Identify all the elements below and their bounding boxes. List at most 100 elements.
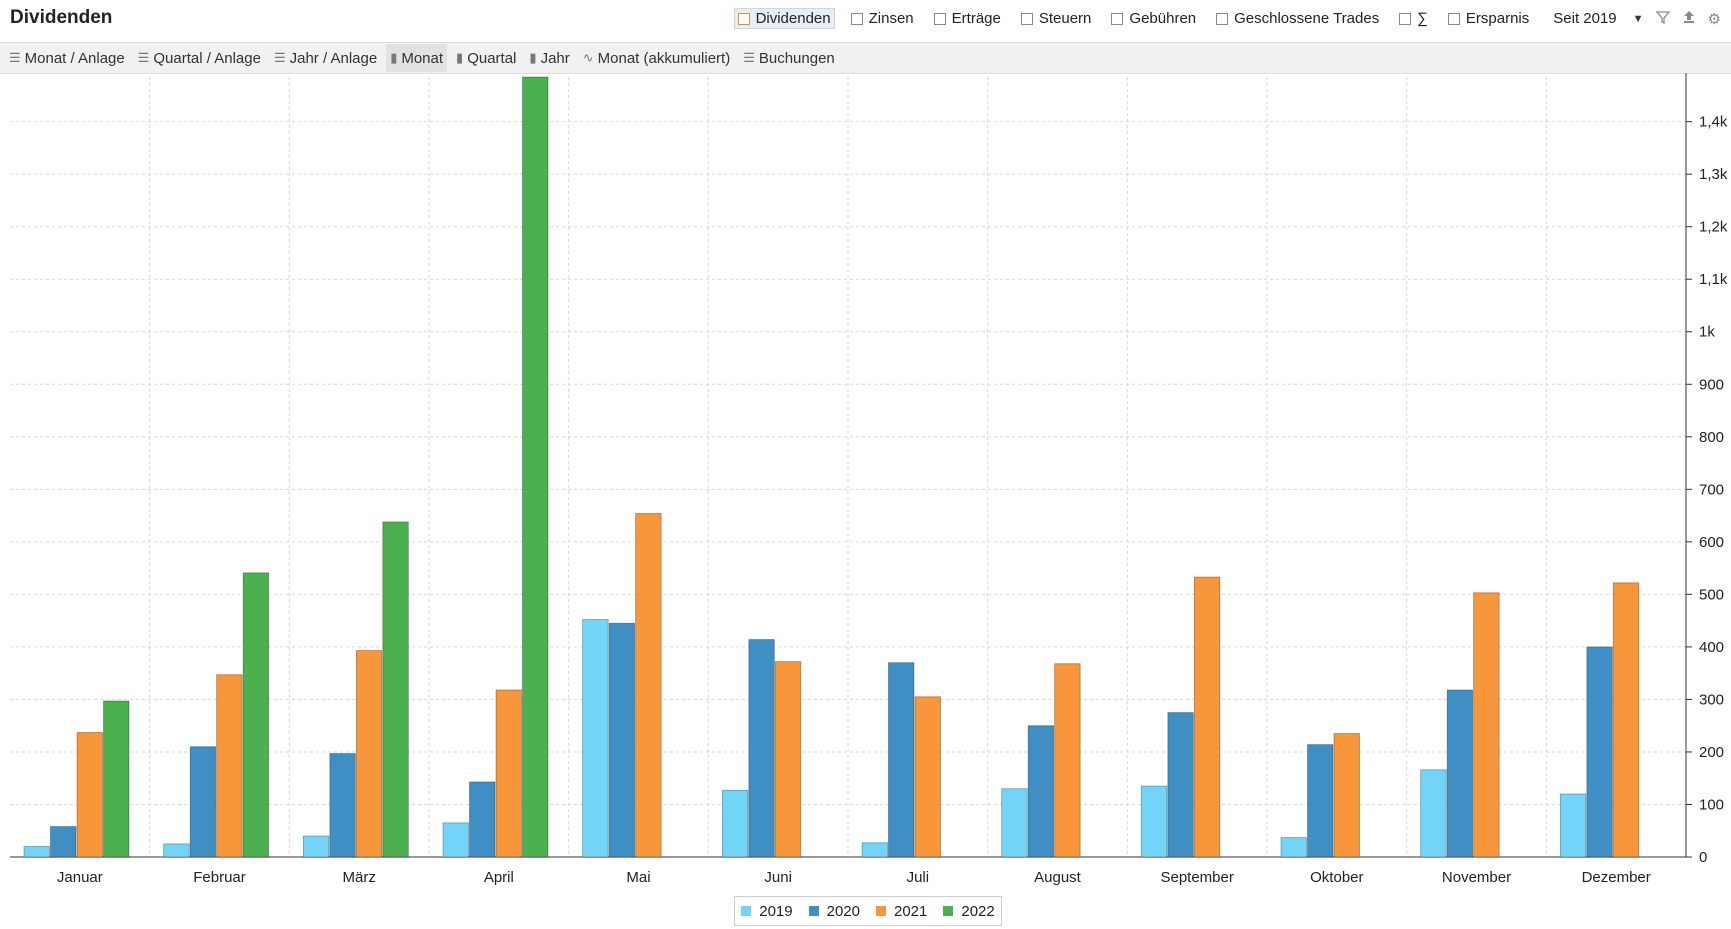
bar-2021-April	[495, 689, 522, 858]
bar-2022-April	[522, 76, 549, 858]
filter-gebuehren[interactable]: Gebühren	[1107, 8, 1200, 29]
filter-summe[interactable]: ∑	[1395, 8, 1432, 29]
legend-swatch	[876, 906, 886, 916]
bar-2020-März	[329, 753, 356, 858]
bar-2021-März	[355, 650, 383, 858]
filter-ertraege[interactable]: Erträge	[930, 8, 1005, 29]
checkbox-icon	[850, 12, 863, 25]
bar-2020-April	[469, 781, 496, 858]
bar-2019-November	[1420, 769, 1447, 858]
checkbox-icon	[1111, 12, 1124, 25]
bar-2021-Januar	[76, 732, 103, 858]
checkbox-icon	[1399, 12, 1412, 25]
bar-2019-April	[442, 822, 469, 858]
tab-monat-anlage[interactable]: ☰ Monat / Anlage	[5, 44, 129, 72]
tab-buchungen[interactable]: ☰ Buchungen	[739, 44, 839, 72]
checkbox-icon	[1020, 12, 1033, 25]
bar-2021-August	[1054, 663, 1081, 858]
bar-2022-März	[382, 521, 409, 858]
y-tick-label: 500	[1699, 586, 1724, 603]
bar-2019-Dezember	[1559, 793, 1587, 858]
bar-2019-August	[1001, 788, 1028, 858]
legend-item-2021[interactable]: 2021	[876, 903, 927, 920]
y-tick-label: 1k	[1699, 324, 1715, 341]
bar-2020-Februar	[189, 746, 217, 858]
list-icon: ☰	[273, 50, 286, 65]
x-tick-label: Juli	[907, 869, 930, 886]
tab-jahr[interactable]: ▮ Jahr	[525, 44, 573, 72]
bar-2019-September	[1140, 785, 1168, 858]
bar-2021-September	[1193, 576, 1221, 858]
checkbox-icon	[737, 12, 750, 25]
x-tick-label: Oktober	[1310, 869, 1363, 886]
legend-swatch	[808, 906, 819, 916]
filter-ersparnis[interactable]: Ersparnis	[1444, 8, 1533, 29]
title-bar: Dividenden Dividenden Zinsen Erträge Ste…	[0, 0, 1731, 36]
y-tick-label: 0	[1699, 849, 1707, 866]
x-tick-label: April	[484, 869, 514, 886]
legend-item-2020[interactable]: 2020	[808, 903, 860, 920]
tab-quartal[interactable]: ▮ Quartal	[452, 44, 520, 72]
bar-2019-Juli	[861, 842, 888, 858]
y-tick-label: 1,2k	[1699, 219, 1728, 236]
filter-dividenden[interactable]: Dividenden	[733, 8, 835, 29]
bar-2019-Februar	[163, 843, 190, 858]
list-icon: ☰	[137, 50, 150, 65]
settings-icon[interactable]: ⚙	[1708, 10, 1721, 28]
x-tick-label: Februar	[193, 869, 246, 886]
bar-chart-icon: ▮	[529, 50, 537, 65]
bar-2020-August	[1027, 725, 1055, 858]
bar-2020-Juli	[888, 662, 915, 858]
bar-2020-Mai	[608, 622, 636, 858]
tab-jahr-anlage[interactable]: ☰ Jahr / Anlage	[270, 44, 381, 72]
filter-bar: Dividenden Zinsen Erträge Steuern Gebühr…	[722, 8, 1721, 29]
bar-chart-icon: ▮	[390, 50, 398, 65]
chart-legend: 2019 2020 2021 2022	[734, 896, 1002, 926]
tab-monat-akkumuliert[interactable]: ∿ Monat (akkumuliert)	[579, 44, 734, 72]
x-tick-label: Januar	[57, 869, 103, 886]
x-tick-label: August	[1034, 869, 1082, 886]
bar-2020-Juni	[748, 639, 775, 858]
y-tick-label: 1,1k	[1699, 271, 1728, 288]
dividend-bar-chart: 0 100 200 300 400 500 600 700 800 900 1k 1,1k 1,2k 1,…	[10, 73, 1728, 886]
bar-2019-Juni	[721, 789, 749, 858]
bar-2019-März	[302, 835, 330, 858]
bar-2019-Oktober	[1280, 837, 1307, 858]
y-tick-label: 200	[1699, 744, 1724, 761]
y-tick-label: 400	[1699, 639, 1724, 656]
x-tick-label: September	[1160, 869, 1233, 886]
y-tick-label: 600	[1699, 534, 1724, 551]
y-tick-label: 1,3k	[1699, 166, 1728, 183]
chevron-down-icon: ▼	[1632, 12, 1644, 25]
checkbox-icon	[1216, 12, 1229, 25]
bar-2019-Mai	[582, 619, 609, 858]
legend-item-2022[interactable]: 2022	[943, 903, 995, 920]
list-icon: ☰	[743, 50, 755, 65]
x-tick-label: Mai	[626, 869, 650, 886]
y-tick-label: 800	[1699, 429, 1724, 446]
filter-zinsen[interactable]: Zinsen	[847, 8, 918, 29]
filter-icon[interactable]	[1655, 10, 1670, 28]
period-select[interactable]: Seit 2019 ▼	[1553, 10, 1643, 27]
bar-2022-Februar	[242, 572, 270, 858]
y-tick-label: 100	[1699, 796, 1724, 813]
bar-2022-Januar	[103, 700, 130, 858]
filter-geschlossene-trades[interactable]: Geschlossene Trades	[1212, 8, 1383, 29]
x-tick-label: Juni	[764, 869, 792, 886]
filter-steuern[interactable]: Steuern	[1017, 8, 1096, 29]
bar-2020-September	[1167, 712, 1194, 858]
export-icon[interactable]	[1682, 10, 1696, 28]
bar-chart-icon: ▮	[456, 50, 464, 65]
bar-2021-Juli	[914, 696, 941, 858]
bar-2020-Oktober	[1307, 744, 1334, 858]
x-tick-label: November	[1442, 869, 1511, 886]
bar-2021-Mai	[635, 513, 662, 858]
legend-item-2019[interactable]: 2019	[741, 903, 793, 920]
checkbox-icon	[933, 12, 946, 25]
y-tick-label: 300	[1699, 691, 1724, 708]
legend-swatch	[741, 906, 752, 916]
checkbox-icon	[1447, 12, 1460, 25]
y-tick-label: 1,4k	[1699, 114, 1728, 131]
tab-monat[interactable]: ▮ Monat	[386, 44, 448, 72]
tab-quartal-anlage[interactable]: ☰ Quartal / Anlage	[134, 44, 265, 72]
